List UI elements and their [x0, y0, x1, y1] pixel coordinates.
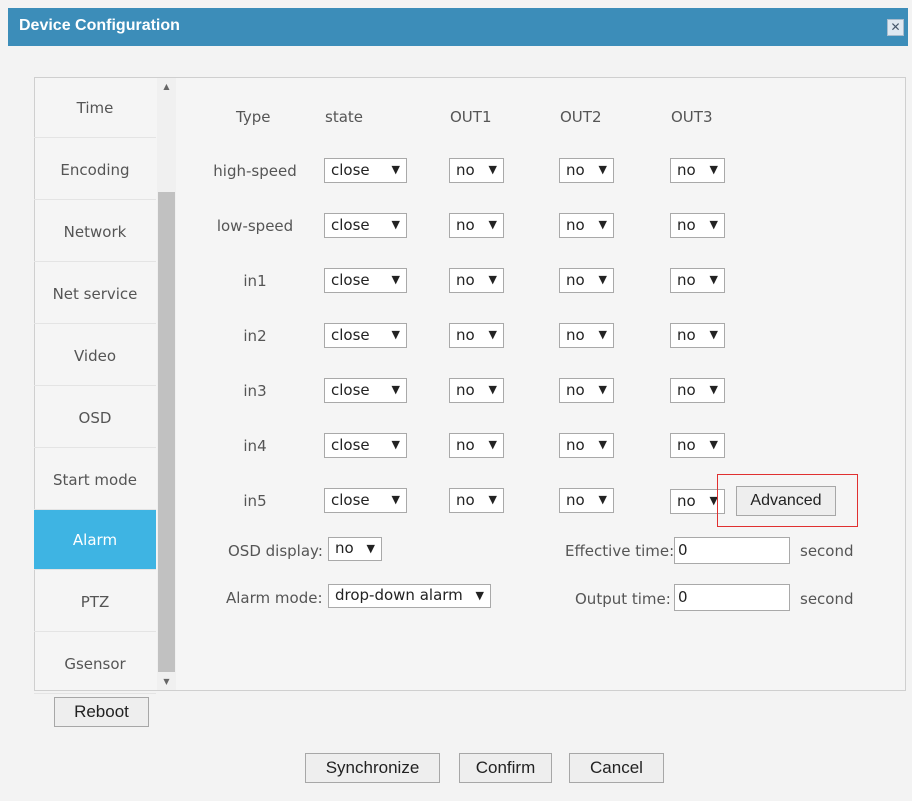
- sidebar-item-video[interactable]: Video: [34, 326, 156, 386]
- chevron-down-icon: ▼: [598, 328, 607, 341]
- sidebar-item-gsensor[interactable]: Gsensor: [34, 634, 156, 694]
- chevron-down-icon: ▼: [366, 542, 375, 555]
- sidebar-item-net-service[interactable]: Net service: [34, 264, 156, 324]
- osd-display-select[interactable]: no ▼: [328, 537, 382, 561]
- sidebar-item-osd[interactable]: OSD: [34, 388, 156, 448]
- out3-select-in2[interactable]: no ▼: [670, 323, 725, 348]
- chevron-down-icon: ▼: [488, 383, 497, 396]
- header-out3: OUT3: [671, 108, 713, 126]
- window-title: Device Configuration: [19, 17, 180, 34]
- close-icon[interactable]: ✕: [887, 19, 904, 36]
- row-label-in5: in5: [243, 492, 267, 510]
- chevron-down-icon: ▼: [488, 163, 497, 176]
- state-select-in4[interactable]: close ▼: [324, 433, 407, 458]
- sidebar-item-alarm[interactable]: Alarm: [34, 510, 156, 570]
- alarm-mode-select[interactable]: drop-down alarm ▼: [328, 584, 491, 608]
- out1-select-in3[interactable]: no ▼: [449, 378, 504, 403]
- out3-select-low-speed[interactable]: no ▼: [670, 213, 725, 238]
- row-label-high-speed: high-speed: [213, 162, 297, 180]
- chevron-down-icon: ▼: [475, 589, 484, 602]
- sidebar-item-ptz[interactable]: PTZ: [34, 572, 156, 632]
- out1-select-in4[interactable]: no ▼: [449, 433, 504, 458]
- advanced-button[interactable]: Advanced: [736, 486, 836, 516]
- chevron-down-icon: ▼: [391, 273, 400, 286]
- chevron-down-icon: ▼: [709, 163, 718, 176]
- scroll-down-icon[interactable]: ▼: [157, 675, 176, 689]
- out2-select-in1[interactable]: no ▼: [559, 268, 614, 293]
- chevron-down-icon: ▼: [488, 273, 497, 286]
- effective-time-input[interactable]: 0: [674, 537, 790, 564]
- out2-select-in3[interactable]: no ▼: [559, 378, 614, 403]
- out2-select-in4[interactable]: no ▼: [559, 433, 614, 458]
- state-select-in3[interactable]: close ▼: [324, 378, 407, 403]
- cancel-button[interactable]: Cancel: [569, 753, 664, 783]
- chevron-down-icon: ▼: [598, 383, 607, 396]
- chevron-down-icon: ▼: [488, 328, 497, 341]
- chevron-down-icon: ▼: [709, 328, 718, 341]
- row-label-in2: in2: [243, 327, 267, 345]
- out2-select-in5[interactable]: no ▼: [559, 488, 614, 513]
- confirm-button[interactable]: Confirm: [459, 753, 552, 783]
- chevron-down-icon: ▼: [391, 218, 400, 231]
- row-label-in4: in4: [243, 437, 267, 455]
- state-select-high-speed[interactable]: close ▼: [324, 158, 407, 183]
- header-out2: OUT2: [560, 108, 602, 126]
- row-label-low-speed: low-speed: [216, 217, 294, 235]
- chevron-down-icon: ▼: [391, 493, 400, 506]
- row-label-in3: in3: [243, 382, 267, 400]
- out2-select-low-speed[interactable]: no ▼: [559, 213, 614, 238]
- chevron-down-icon: ▼: [488, 218, 497, 231]
- sidebar-item-time[interactable]: Time: [34, 78, 156, 138]
- state-select-in1[interactable]: close ▼: [324, 268, 407, 293]
- sidebar-item-encoding[interactable]: Encoding: [34, 140, 156, 200]
- synchronize-button[interactable]: Synchronize: [305, 753, 440, 783]
- chevron-down-icon: ▼: [598, 493, 607, 506]
- title-bar: Device Configuration ✕: [8, 8, 908, 46]
- state-select-in2[interactable]: close ▼: [324, 323, 407, 348]
- out1-select-in2[interactable]: no ▼: [449, 323, 504, 348]
- out3-select-in4[interactable]: no ▼: [670, 433, 725, 458]
- osd-display-label: OSD display:: [228, 542, 323, 560]
- chevron-down-icon: ▼: [709, 273, 718, 286]
- out1-select-high-speed[interactable]: no ▼: [449, 158, 504, 183]
- out3-select-in1[interactable]: no ▼: [670, 268, 725, 293]
- sidebar-item-start-mode[interactable]: Start mode: [34, 450, 156, 510]
- state-select-in5[interactable]: close ▼: [324, 488, 407, 513]
- chevron-down-icon: ▼: [391, 438, 400, 451]
- chevron-down-icon: ▼: [488, 493, 497, 506]
- output-time-label: Output time:: [575, 590, 671, 608]
- header-type: Type: [236, 108, 271, 126]
- sidebar-item-network[interactable]: Network: [34, 202, 156, 262]
- row-label-in1: in1: [243, 272, 267, 290]
- state-select-low-speed[interactable]: close ▼: [324, 213, 407, 238]
- reboot-button[interactable]: Reboot: [54, 697, 149, 727]
- chevron-down-icon: ▼: [391, 383, 400, 396]
- chevron-down-icon: ▼: [709, 383, 718, 396]
- chevron-down-icon: ▼: [391, 163, 400, 176]
- chevron-down-icon: ▼: [598, 273, 607, 286]
- header-out1: OUT1: [450, 108, 492, 126]
- alarm-mode-label: Alarm mode:: [226, 589, 323, 607]
- chevron-down-icon: ▼: [391, 328, 400, 341]
- out3-select-high-speed[interactable]: no ▼: [670, 158, 725, 183]
- out3-select-in3[interactable]: no ▼: [670, 378, 725, 403]
- effective-time-unit: second: [800, 542, 854, 560]
- chevron-down-icon: ▼: [598, 438, 607, 451]
- output-time-input[interactable]: 0: [674, 584, 790, 611]
- out2-select-in2[interactable]: no ▼: [559, 323, 614, 348]
- chevron-down-icon: ▼: [709, 218, 718, 231]
- out2-select-high-speed[interactable]: no ▼: [559, 158, 614, 183]
- scroll-up-icon[interactable]: ▲: [157, 80, 176, 94]
- output-time-unit: second: [800, 590, 854, 608]
- out1-select-in1[interactable]: no ▼: [449, 268, 504, 293]
- out1-select-low-speed[interactable]: no ▼: [449, 213, 504, 238]
- scrollbar-thumb[interactable]: [158, 192, 175, 672]
- chevron-down-icon: ▼: [488, 438, 497, 451]
- out1-select-in5[interactable]: no ▼: [449, 488, 504, 513]
- chevron-down-icon: ▼: [709, 438, 718, 451]
- effective-time-label: Effective time:: [565, 542, 675, 560]
- header-state: state: [325, 108, 363, 126]
- chevron-down-icon: ▼: [598, 218, 607, 231]
- chevron-down-icon: ▼: [598, 163, 607, 176]
